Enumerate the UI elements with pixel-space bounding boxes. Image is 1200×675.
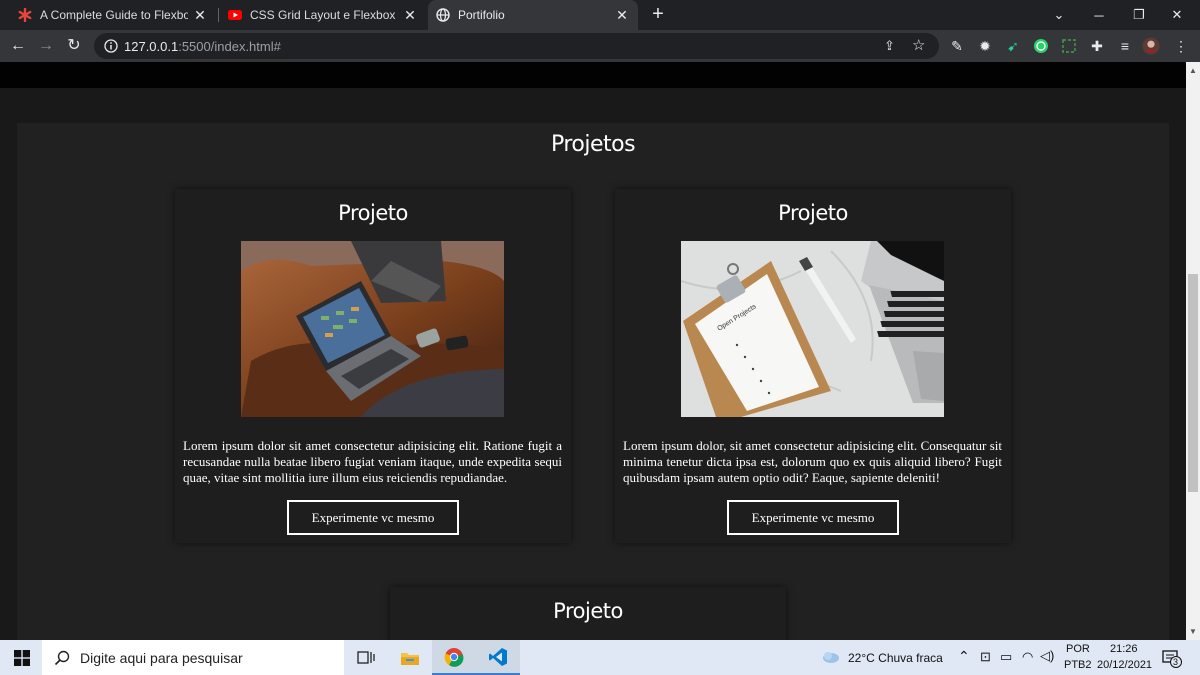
tab-title: Portifolio <box>458 8 505 22</box>
tab-flexbox-guide[interactable]: A Complete Guide to Flexbox - C ✕ <box>10 0 216 30</box>
notifications-icon[interactable] <box>1162 650 1182 671</box>
keyboard-layout[interactable]: PTB2 <box>1064 659 1092 671</box>
search-icon <box>54 650 70 666</box>
browser-toolbar: ← → ↻ 127.0.0.1:5500/index.html# ⇪ ☆ ✎ ✹… <box>0 30 1200 62</box>
close-tab-icon[interactable]: ✕ <box>402 7 418 24</box>
try-it-button[interactable]: Experimente vc mesmo <box>727 500 899 535</box>
new-tab-button[interactable]: + <box>648 4 668 24</box>
tab-strip: A Complete Guide to Flexbox - C ✕ CSS Gr… <box>0 0 1200 30</box>
project-title: Projeto <box>553 599 623 623</box>
windows-taskbar: Digite aqui para pesquisar 22°C Chuva fr… <box>0 640 1200 675</box>
page-viewport: Projetos Projeto Lorem ipsum dolor sit a… <box>0 62 1186 640</box>
windows-start-icon[interactable] <box>0 640 44 675</box>
task-view-icon[interactable] <box>344 640 388 675</box>
info-icon[interactable] <box>104 39 118 53</box>
project-card: Projeto <box>390 587 786 640</box>
weather-text[interactable]: 22°C Chuva fraca <box>848 651 943 665</box>
project-image-clipboard: Open Projects <box>681 241 944 417</box>
project-card: Projeto <box>175 189 571 543</box>
project-card: Projeto Open Projects Lorem ipsum dolor,… <box>615 189 1011 543</box>
url-text: 127.0.0.1:5500/index.html# <box>124 39 281 54</box>
tab-title: CSS Grid Layout e Flexbox - Qua <box>250 8 398 22</box>
whatsapp-icon[interactable] <box>1032 37 1050 55</box>
screenshot-extension-icon[interactable] <box>1060 37 1078 55</box>
notification-count: 3 <box>1173 657 1179 667</box>
meet-now-icon[interactable]: ⊡ <box>980 649 991 665</box>
chrome-taskbar-icon[interactable] <box>432 640 476 675</box>
tab-grid-flexbox-video[interactable]: CSS Grid Layout e Flexbox - Qua ✕ <box>220 0 426 30</box>
scroll-up-arrow-icon[interactable]: ▲ <box>1189 66 1197 75</box>
tab-title: A Complete Guide to Flexbox - C <box>40 8 188 22</box>
chrome-menu-icon[interactable]: ⋮ <box>1172 37 1190 55</box>
page-header-bar <box>0 62 1186 88</box>
project-title: Projeto <box>338 201 408 225</box>
try-it-button[interactable]: Experimente vc mesmo <box>287 500 459 535</box>
volume-icon[interactable]: ◁) <box>1040 648 1054 664</box>
close-window-button[interactable]: ✕ <box>1154 0 1200 30</box>
arrow-extension-icon[interactable]: ➹ <box>1004 37 1022 55</box>
page-scrollbar[interactable]: ▲ ▼ <box>1186 62 1200 640</box>
media-queue-icon[interactable]: ≡ <box>1116 37 1134 55</box>
bookmark-star-icon[interactable]: ☆ <box>912 36 925 54</box>
tab-separator <box>218 8 219 22</box>
address-bar[interactable]: 127.0.0.1:5500/index.html# ⇪ ☆ <box>94 33 939 59</box>
project-description: Lorem ipsum dolor sit amet consectetur a… <box>183 438 562 485</box>
input-language[interactable]: POR <box>1066 643 1090 655</box>
weather-icon[interactable] <box>822 650 840 667</box>
gear-extension-icon[interactable]: ✹ <box>976 37 994 55</box>
close-tab-icon[interactable]: ✕ <box>614 7 630 24</box>
youtube-icon <box>228 8 242 22</box>
clock-time[interactable]: 21:26 <box>1110 643 1138 655</box>
close-tab-icon[interactable]: ✕ <box>192 7 208 24</box>
puzzle-extensions-icon[interactable]: ✚ <box>1088 37 1106 55</box>
reload-icon[interactable]: ↻ <box>64 36 84 56</box>
url-host: 127.0.0.1 <box>124 38 179 54</box>
project-description: Lorem ipsum dolor, sit amet consectetur … <box>623 438 1002 485</box>
url-path: :5500/index.html# <box>178 38 281 54</box>
vscode-taskbar-icon[interactable] <box>476 640 520 675</box>
back-arrow-icon[interactable]: ← <box>8 36 28 56</box>
taskbar-search-box[interactable]: Digite aqui para pesquisar <box>42 640 344 675</box>
forward-arrow-icon[interactable]: → <box>36 36 56 56</box>
profile-avatar[interactable] <box>1142 37 1160 55</box>
wifi-icon[interactable]: ◠ <box>1022 649 1033 665</box>
project-title: Projeto <box>778 201 848 225</box>
section-title: Projetos <box>550 132 636 157</box>
file-explorer-icon[interactable] <box>388 640 432 675</box>
chevron-up-icon[interactable]: ⌃ <box>958 648 970 665</box>
asterisk-icon <box>18 8 32 22</box>
scrollbar-thumb[interactable] <box>1188 274 1198 492</box>
battery-icon[interactable]: ▭ <box>1000 649 1012 665</box>
search-placeholder: Digite aqui para pesquisar <box>80 649 243 666</box>
tab-portifolio[interactable]: Portifolio ✕ <box>428 0 638 30</box>
project-image-laptop-sofa <box>241 241 504 417</box>
scroll-down-arrow-icon[interactable]: ▼ <box>1189 627 1197 636</box>
share-icon[interactable]: ⇪ <box>884 38 895 54</box>
globe-icon <box>436 8 450 22</box>
pen-extension-icon[interactable]: ✎ <box>948 37 966 55</box>
clock-date[interactable]: 20/12/2021 <box>1097 659 1152 671</box>
